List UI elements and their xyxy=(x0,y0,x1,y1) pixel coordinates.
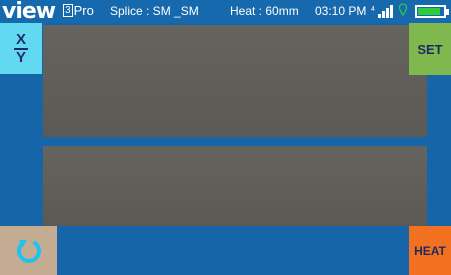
xy-view-button[interactable]: X Y xyxy=(0,23,42,74)
set-button-label: SET xyxy=(417,41,443,57)
model-suffix: Pro xyxy=(73,3,94,18)
heat-button-label: HEAT xyxy=(414,243,446,258)
model-label: 3 Pro xyxy=(63,3,94,18)
svg-text:4: 4 xyxy=(371,6,375,13)
heat-setting: Heat : 60mm xyxy=(230,4,299,18)
clock: 03:10 PM xyxy=(315,4,367,18)
signal-icon: 4 xyxy=(371,5,393,18)
camera-view-bottom xyxy=(43,146,427,226)
camera-view-top xyxy=(43,25,427,137)
set-button[interactable]: SET xyxy=(409,23,451,75)
xy-label-x: X xyxy=(15,30,26,48)
status-bar: view 3 Pro Splice : SM _SM Heat : 60mm 0… xyxy=(0,0,451,24)
rotate-icon xyxy=(16,239,41,263)
model-number: 3 xyxy=(63,4,73,17)
battery-level xyxy=(418,8,441,15)
rotate-button[interactable] xyxy=(0,226,57,275)
battery-icon xyxy=(415,5,449,18)
xy-label-y: Y xyxy=(15,48,26,66)
location-pin-icon xyxy=(399,3,407,17)
splice-mode: Splice : SM _SM xyxy=(110,4,199,18)
brand-logo: view xyxy=(2,0,56,24)
heat-button[interactable]: HEAT xyxy=(409,226,451,275)
